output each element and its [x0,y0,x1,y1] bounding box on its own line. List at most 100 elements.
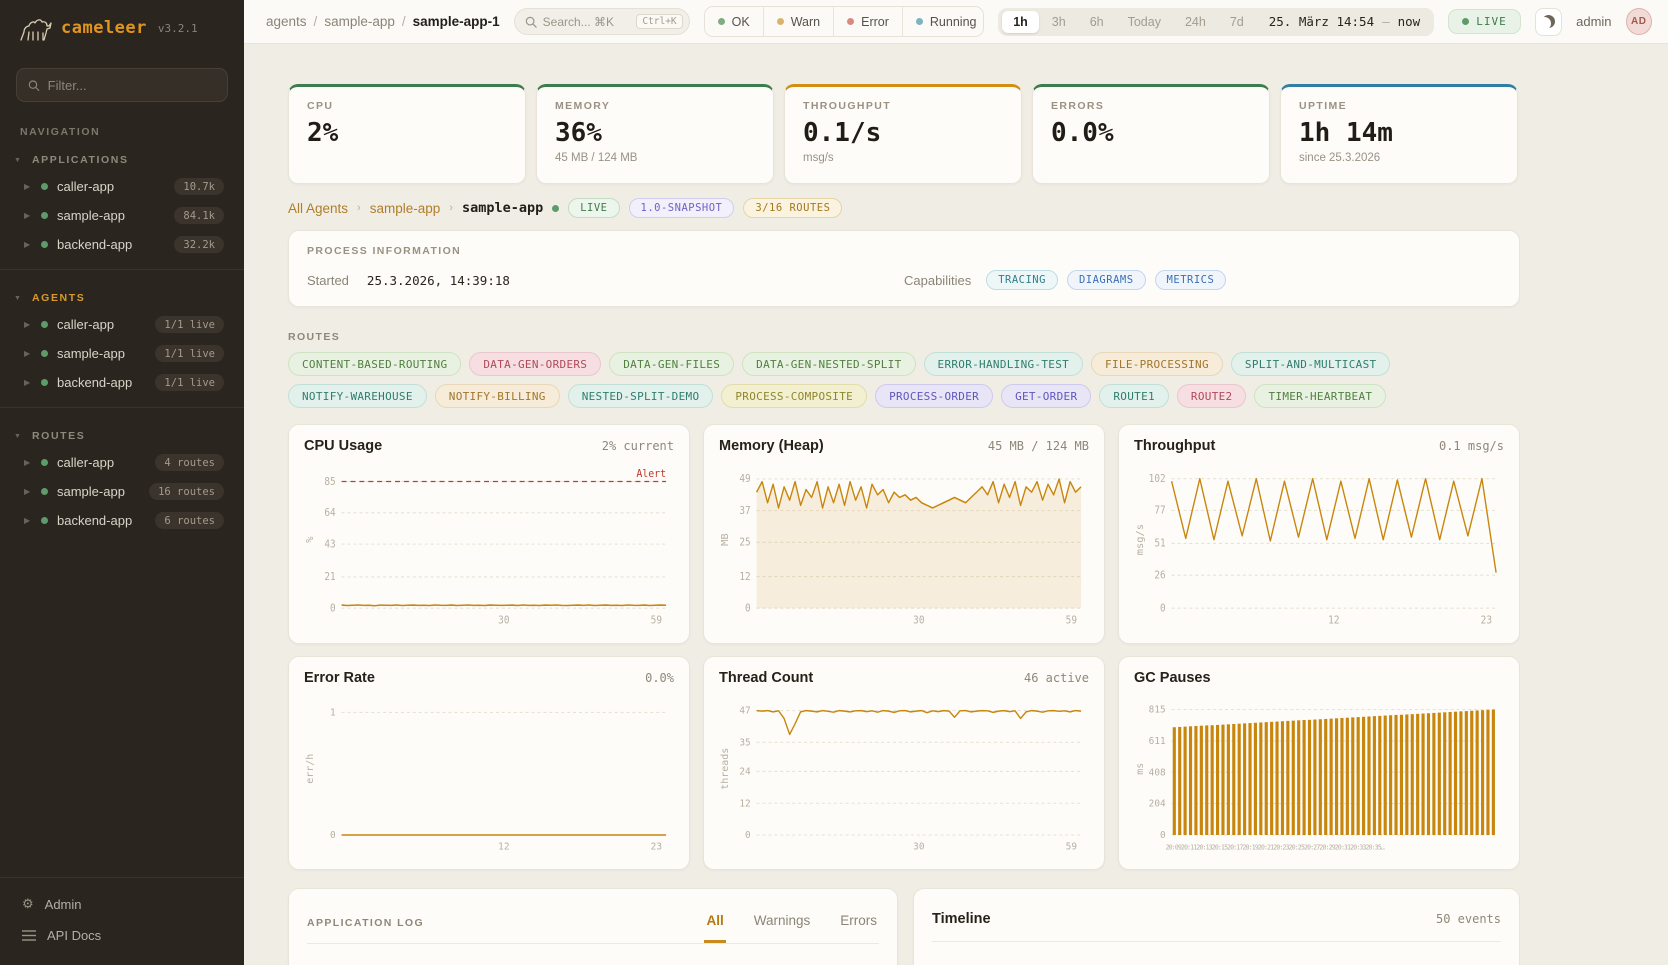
breadcrumb-agents[interactable]: agents [266,14,307,29]
sidebar-filter-input[interactable] [48,78,216,93]
agent-pill-routes[interactable]: 3/16 ROUTES [743,198,842,218]
svg-text:threads: threads [720,748,731,790]
nav-section-label: ROUTES [32,430,85,442]
agent-pill-live[interactable]: LIVE [568,198,619,218]
capability-diagrams[interactable]: DIAGRAMS [1067,270,1146,290]
route-chip[interactable]: PROCESS-COMPOSITE [721,384,867,408]
route-chip[interactable]: DATA-GEN-NESTED-SPLIT [742,352,915,376]
range-today[interactable]: Today [1117,11,1172,33]
range-24h[interactable]: 24h [1174,11,1217,33]
tab-warnings[interactable]: Warnings [752,889,813,943]
capability-metrics[interactable]: METRICS [1155,270,1227,290]
nav-section-header-agents[interactable]: ▼ AGENTS [0,284,244,310]
tab-all[interactable]: All [704,889,725,943]
theme-toggle[interactable] [1535,8,1562,36]
date-range[interactable]: 25. März 14:54 — now [1269,14,1420,29]
metric-card-memory[interactable]: MEMORY 36% 45 MB / 124 MB [536,84,774,184]
sidebar-item-routes-sample[interactable]: ▶ sample-app 16 routes [0,477,244,506]
date-to: now [1398,14,1421,29]
global-search[interactable]: Ctrl+K [514,8,690,35]
route-chip[interactable]: NOTIFY-WAREHOUSE [288,384,427,408]
memory-heap-chart[interactable]: 4937251203059MB [719,458,1089,630]
filter-error[interactable]: Error [833,7,902,36]
sidebar-item-routes-caller[interactable]: ▶ caller-app 4 routes [0,448,244,477]
nav-item-label: backend-app [57,237,165,252]
route-chip[interactable]: NESTED-SPLIT-DEMO [568,384,714,408]
agent-crumb-app[interactable]: sample-app [370,201,441,216]
filter-running[interactable]: Running [902,7,984,36]
chart-current-value: 46 active [1024,671,1089,685]
route-chip[interactable]: DATA-GEN-ORDERS [469,352,601,376]
app-logo[interactable]: cameleer v3.2.1 [0,0,244,54]
route-chip[interactable]: NOTIFY-BILLING [435,384,560,408]
cpu-usage-chart[interactable]: 8564432103059%Alert [304,458,674,630]
route-chip[interactable]: GET-ORDER [1001,384,1091,408]
divider [0,407,244,408]
error-rate-chart[interactable]: 101223err/h [304,690,674,856]
svg-text:0: 0 [745,603,751,615]
navigation-label: NAVIGATION [20,126,224,138]
agent-crumb-all[interactable]: All Agents [288,201,348,216]
metric-card-throughput[interactable]: THROUGHPUT 0.1/s msg/s [784,84,1022,184]
sidebar-item-admin[interactable]: ⚙ Admin [12,888,232,920]
live-indicator[interactable]: LIVE [1448,9,1521,34]
status-dot [41,379,48,386]
route-chip[interactable]: DATA-GEN-FILES [609,352,734,376]
filter-ok[interactable]: OK [705,7,763,36]
status-dot [41,517,48,524]
routes-block: ROUTES CONTENT-BASED-ROUTING DATA-GEN-OR… [288,331,1520,408]
avatar[interactable]: AD [1626,8,1652,35]
range-3h[interactable]: 3h [1041,11,1077,33]
search-icon [525,16,537,28]
range-1h[interactable]: 1h [1002,11,1039,33]
sidebar-item-agent-backend[interactable]: ▶ backend-app 1/1 live [0,368,244,397]
nav-item-badge: 16 routes [149,483,224,500]
throughput-chart[interactable]: 10277512601223msg/s [1134,458,1504,630]
filter-warn[interactable]: Warn [763,7,833,36]
svg-text:47: 47 [739,705,750,716]
svg-text:20:0920:1120:1320:1520:1720:19: 20:0920:1120:1320:1520:1720:1920:2120:23… [1166,844,1385,852]
footer-item-label: API Docs [47,928,101,943]
sidebar-item-app-sample[interactable]: ▶ sample-app 84.1k [0,201,244,230]
chevron-down-icon: ▼ [14,295,22,302]
routes-chips: CONTENT-BASED-ROUTING DATA-GEN-ORDERS DA… [288,352,1520,408]
sidebar-item-agent-sample[interactable]: ▶ sample-app 1/1 live [0,339,244,368]
sidebar-item-routes-backend[interactable]: ▶ backend-app 6 routes [0,506,244,535]
nav-section-header-routes[interactable]: ▼ ROUTES [0,422,244,448]
route-chip[interactable]: PROCESS-ORDER [875,384,993,408]
chevron-right-icon: ▶ [24,240,32,249]
sidebar-filter[interactable] [16,68,228,102]
route-chip[interactable]: CONTENT-BASED-ROUTING [288,352,461,376]
range-7d[interactable]: 7d [1219,11,1255,33]
metric-card-cpu[interactable]: CPU 2% [288,84,526,184]
agent-pill-version[interactable]: 1.0-SNAPSHOT [629,198,735,218]
nav-section-header-applications[interactable]: ▼ APPLICATIONS [0,146,244,172]
chart-title: Error Rate [304,670,375,686]
route-chip[interactable]: TIMER-HEARTBEAT [1254,384,1386,408]
route-chip[interactable]: ROUTE2 [1177,384,1247,408]
chart-current-value: 0.0% [645,671,674,685]
range-6h[interactable]: 6h [1079,11,1115,33]
tab-errors[interactable]: Errors [838,889,879,943]
metric-value: 0.0% [1051,118,1251,148]
sidebar-item-agent-caller[interactable]: ▶ caller-app 1/1 live [0,310,244,339]
started-label: Started [307,273,349,288]
route-chip[interactable]: ROUTE1 [1099,384,1169,408]
breadcrumb-sample-app[interactable]: sample-app [324,14,395,29]
sidebar-item-app-backend[interactable]: ▶ backend-app 32.2k [0,230,244,259]
timeline-event-count: 50 events [1436,912,1501,926]
capability-tracing[interactable]: TRACING [986,270,1058,290]
route-chip[interactable]: ERROR-HANDLING-TEST [924,352,1084,376]
divider [0,269,244,270]
process-info-title: PROCESS INFORMATION [307,245,1501,257]
gc-pauses-chart[interactable]: 815611408204020:0920:1120:1320:1520:1720… [1134,690,1504,856]
chart-title: GC Pauses [1134,670,1211,686]
route-chip[interactable]: FILE-PROCESSING [1091,352,1223,376]
route-chip[interactable]: SPLIT-AND-MULTICAST [1231,352,1391,376]
sidebar-item-app-caller[interactable]: ▶ caller-app 10.7k [0,172,244,201]
metric-card-errors[interactable]: ERRORS 0.0% [1032,84,1270,184]
search-input[interactable] [543,15,631,29]
sidebar-item-api-docs[interactable]: API Docs [12,920,232,951]
thread-count-chart[interactable]: 4735241203059threads [719,690,1089,856]
metric-card-uptime[interactable]: UPTIME 1h 14m since 25.3.2026 [1280,84,1518,184]
